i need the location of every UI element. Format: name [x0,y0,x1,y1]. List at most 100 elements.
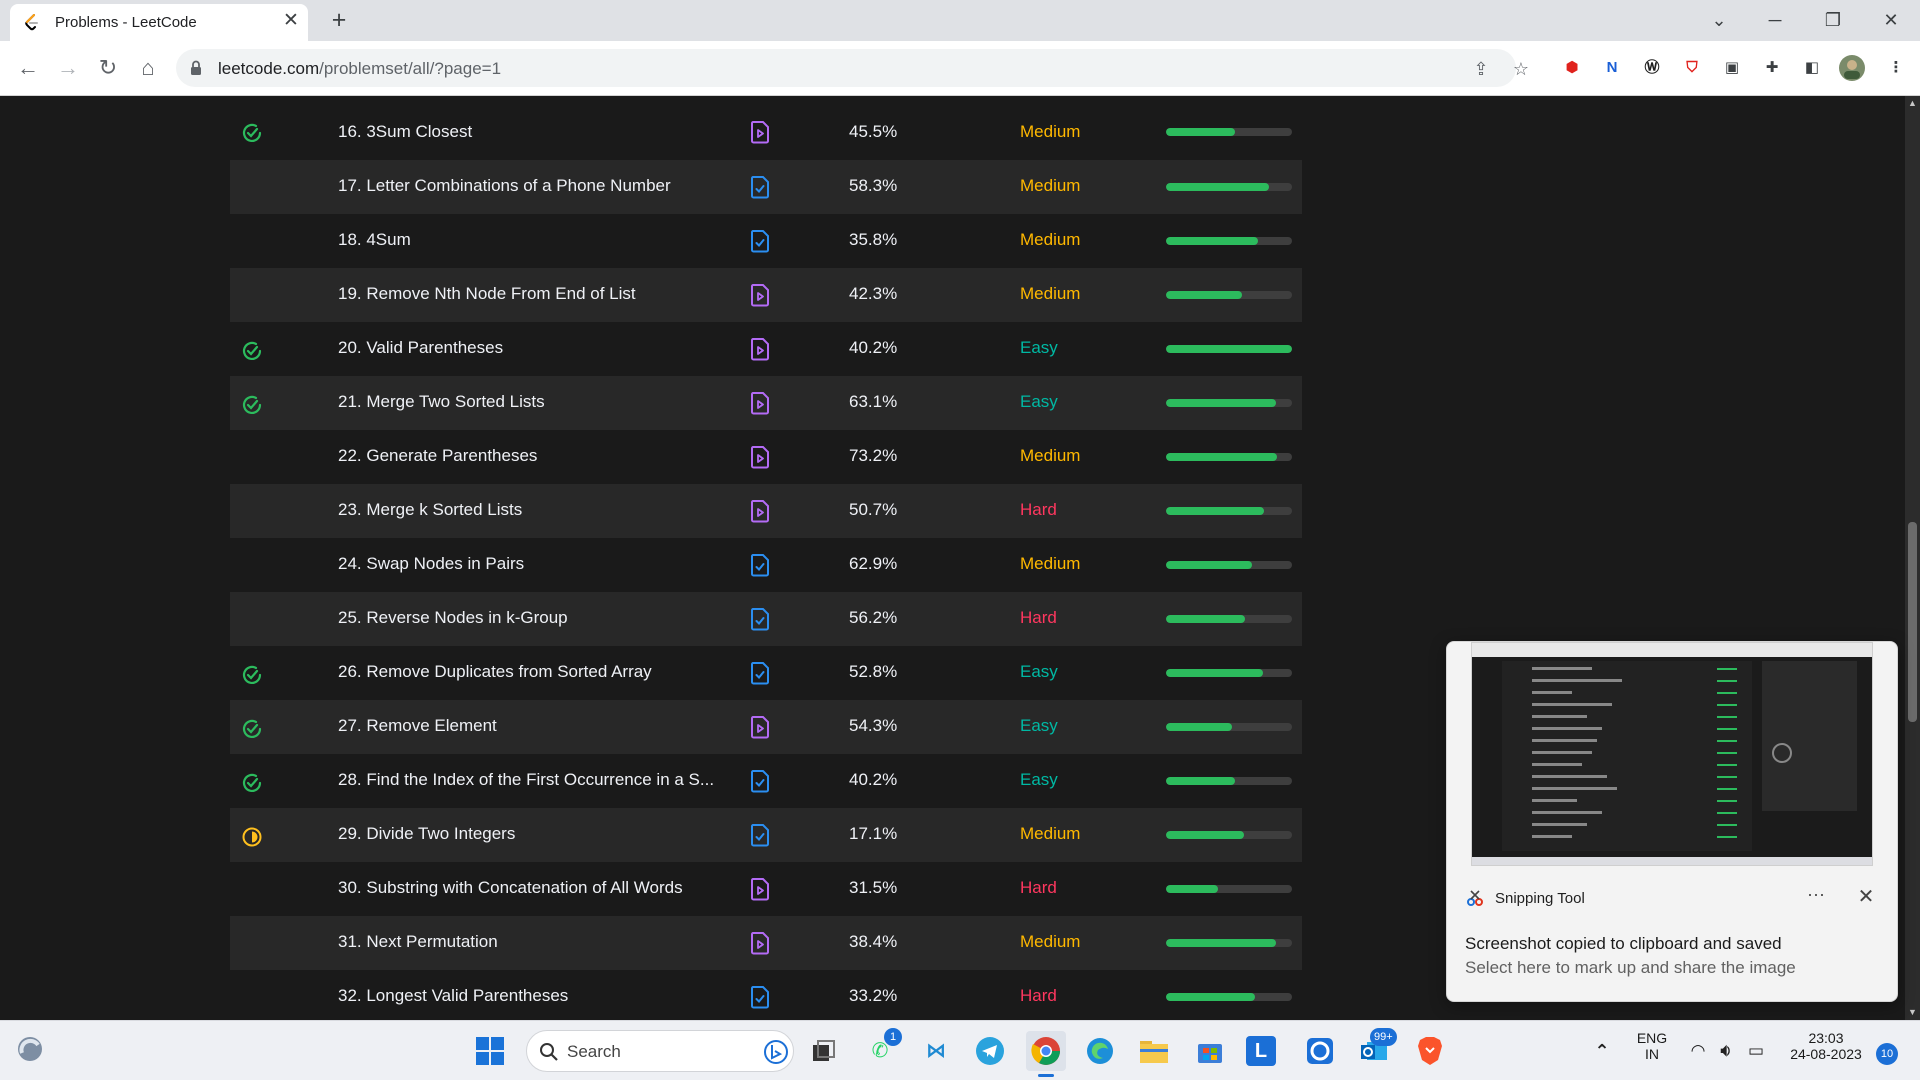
share-icon[interactable]: ⇪ [1470,58,1492,80]
problem-row[interactable]: 31. Next Permutation 38.4% Medium [230,916,1302,970]
problem-title-link[interactable]: 20. Valid Parentheses [338,338,503,358]
scroll-thumb[interactable] [1908,522,1917,722]
new-tab-button[interactable]: + [326,8,352,34]
address-bar[interactable]: leetcode.com/problemset/all/?page=1 ⇪ ☆ [176,49,1529,87]
task-view-icon[interactable] [804,1031,844,1071]
url-text[interactable]: leetcode.com/problemset/all/?page=1 [218,59,501,79]
brave-icon[interactable] [1410,1031,1450,1071]
file-explorer-icon[interactable] [1134,1031,1174,1071]
wifi-icon[interactable]: ◠ [1686,1031,1710,1071]
close-window-button[interactable]: ✕ [1876,6,1906,34]
lock-icon[interactable] [190,60,202,76]
forward-button[interactable]: → [54,54,82,82]
toast-more-options-icon[interactable]: ··· [1803,884,1829,910]
video-solution-icon[interactable] [750,337,770,361]
weather-widget-icon[interactable] [10,1031,50,1071]
solution-article-icon[interactable] [750,175,770,199]
problem-title-link[interactable]: 27. Remove Element [338,716,497,736]
clock[interactable]: 23:03 24-08-2023 [1776,1030,1876,1062]
show-hidden-icons-chevron-icon[interactable]: ⌃ [1582,1031,1622,1071]
scroll-up-arrow-icon[interactable]: ▲ [1905,96,1920,111]
telegram-icon[interactable] [970,1031,1010,1071]
microsoft-store-icon[interactable] [1190,1031,1230,1071]
bookmark-star-icon[interactable]: ☆ [1510,58,1532,80]
problem-title-link[interactable]: 26. Remove Duplicates from Sorted Array [338,662,652,682]
tab-close-icon[interactable]: ✕ [280,10,302,32]
problem-row[interactable]: 29. Divide Two Integers 17.1% Medium [230,808,1302,862]
problem-row[interactable]: 28. Find the Index of the First Occurren… [230,754,1302,808]
problem-title-link[interactable]: 19. Remove Nth Node From End of List [338,284,636,304]
snipping-tool-notification[interactable]: Snipping Tool ··· ✕ Screenshot copied to… [1446,641,1898,1002]
problem-title-link[interactable]: 16. 3Sum Closest [338,122,472,142]
screenshot-thumbnail[interactable] [1471,642,1873,866]
problem-title-link[interactable]: 31. Next Permutation [338,932,498,952]
side-panel-icon[interactable]: ◧ [1798,54,1826,82]
input-language-indicator[interactable]: ENG IN [1628,1030,1676,1062]
problem-title-link[interactable]: 25. Reverse Nodes in k-Group [338,608,568,628]
page-scrollbar[interactable]: ▲ ▼ [1905,96,1920,1020]
notion-extension-icon[interactable]: N [1598,54,1626,82]
problem-row[interactable]: 16. 3Sum Closest 45.5% Medium [230,96,1302,160]
problem-title-link[interactable]: 22. Generate Parentheses [338,446,537,466]
problem-title-link[interactable]: 28. Find the Index of the First Occurren… [338,770,714,790]
tab-leetcode[interactable]: Problems - LeetCode ✕ [10,4,308,41]
shield-extension-icon[interactable]: ⛉ [1678,54,1706,82]
problem-row[interactable]: 21. Merge Two Sorted Lists 63.1% Easy [230,376,1302,430]
solution-article-icon[interactable] [750,661,770,685]
video-solution-icon[interactable] [750,499,770,523]
l-app-icon[interactable]: L [1246,1036,1276,1066]
problem-title-link[interactable]: 21. Merge Two Sorted Lists [338,392,545,412]
profile-avatar[interactable] [1838,54,1866,82]
video-solution-icon[interactable] [750,445,770,469]
video-solution-icon[interactable] [750,391,770,415]
problem-row[interactable]: 30. Substring with Concatenation of All … [230,862,1302,916]
adblock-extension-icon[interactable]: ⬢ [1558,54,1586,82]
problem-row[interactable]: 17. Letter Combinations of a Phone Numbe… [230,160,1302,214]
vscode-icon[interactable]: ⋈ [916,1031,956,1071]
volume-icon[interactable]: 🔉︎ [1714,1031,1738,1071]
reload-button[interactable]: ↻ [94,54,122,82]
tab-search-chevron-icon[interactable]: ⌄ [1704,6,1734,34]
problem-row[interactable]: 18. 4Sum 35.8% Medium [230,214,1302,268]
solution-article-icon[interactable] [750,985,770,1009]
bing-icon[interactable] [763,1039,789,1065]
problem-title-link[interactable]: 24. Swap Nodes in Pairs [338,554,524,574]
solution-article-icon[interactable] [750,823,770,847]
picture-in-picture-icon[interactable]: ▣ [1718,54,1746,82]
video-solution-icon[interactable] [750,283,770,307]
problem-row[interactable]: 32. Longest Valid Parentheses 33.2% Hard [230,970,1302,1020]
solution-article-icon[interactable] [750,607,770,631]
back-button[interactable]: ← [14,54,42,82]
problem-title-link[interactable]: 17. Letter Combinations of a Phone Numbe… [338,176,671,196]
extensions-puzzle-icon[interactable]: ✚ [1758,54,1786,82]
problem-title-link[interactable]: 18. 4Sum [338,230,411,250]
notification-count-badge[interactable]: 10 [1876,1043,1898,1065]
problem-row[interactable]: 25. Reverse Nodes in k-Group 56.2% Hard [230,592,1302,646]
problem-row[interactable]: 26. Remove Duplicates from Sorted Array 5… [230,646,1302,700]
edge-icon[interactable] [1080,1031,1120,1071]
problem-row[interactable]: 20. Valid Parentheses 40.2% Easy [230,322,1302,376]
windows-start-icon[interactable] [470,1031,510,1071]
problem-row[interactable]: 19. Remove Nth Node From End of List 42.3… [230,268,1302,322]
battery-icon[interactable]: ▭ [1744,1031,1768,1071]
chrome-taskbar-icon[interactable] [1026,1031,1066,1071]
solution-article-icon[interactable] [750,553,770,577]
wikipedia-extension-icon[interactable]: Ⓦ [1638,54,1666,82]
toast-close-icon[interactable]: ✕ [1855,886,1877,908]
problem-row[interactable]: 24. Swap Nodes in Pairs 62.9% Medium [230,538,1302,592]
chrome-menu-icon[interactable]: ⋮ [1882,54,1910,82]
video-solution-icon[interactable] [750,120,770,144]
taskbar-search-box[interactable]: Search [526,1030,794,1072]
scroll-down-arrow-icon[interactable]: ▼ [1905,1005,1920,1020]
solution-article-icon[interactable] [750,229,770,253]
cortana-icon[interactable] [1300,1031,1340,1071]
problem-title-link[interactable]: 32. Longest Valid Parentheses [338,986,568,1006]
problem-title-link[interactable]: 23. Merge k Sorted Lists [338,500,522,520]
video-solution-icon[interactable] [750,877,770,901]
problem-row[interactable]: 22. Generate Parentheses 73.2% Medium [230,430,1302,484]
video-solution-icon[interactable] [750,715,770,739]
home-button[interactable]: ⌂ [134,54,162,82]
solution-article-icon[interactable] [750,769,770,793]
problem-row[interactable]: 27. Remove Element 54.3% Easy [230,700,1302,754]
video-solution-icon[interactable] [750,931,770,955]
